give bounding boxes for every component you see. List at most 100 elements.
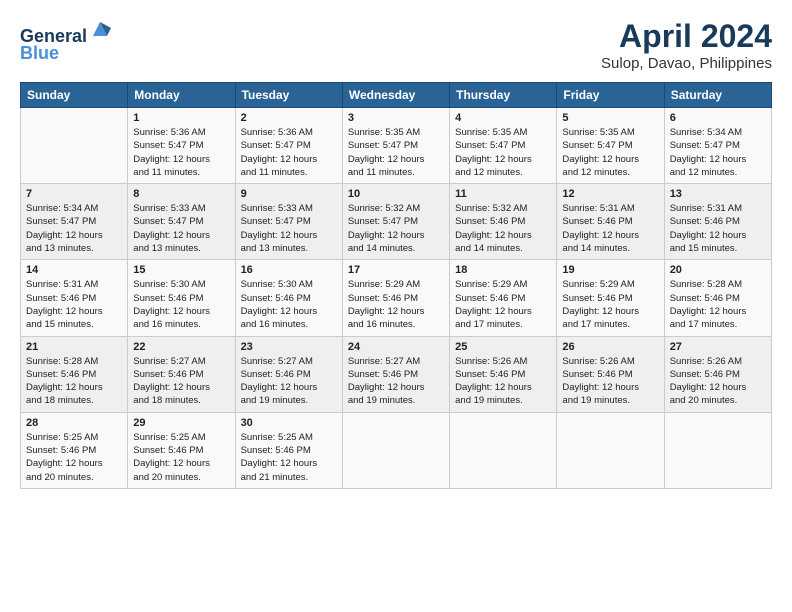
day-cell: 26 Sunrise: 5:26 AMSunset: 5:46 PMDayligh…	[557, 336, 664, 412]
day-cell: 23 Sunrise: 5:27 AMSunset: 5:46 PMDayligh…	[235, 336, 342, 412]
day-cell	[21, 108, 128, 184]
title-block: April 2024 Sulop, Davao, Philippines	[601, 18, 772, 72]
day-info: Sunrise: 5:31 AMSunset: 5:46 PMDaylight:…	[562, 202, 658, 255]
day-cell: 4 Sunrise: 5:35 AMSunset: 5:47 PMDaylight…	[450, 108, 557, 184]
day-cell: 15 Sunrise: 5:30 AMSunset: 5:46 PMDayligh…	[128, 260, 235, 336]
week-row-5: 28 Sunrise: 5:25 AMSunset: 5:46 PMDayligh…	[21, 412, 772, 488]
logo-icon	[89, 18, 111, 40]
day-info: Sunrise: 5:25 AMSunset: 5:46 PMDaylight:…	[241, 431, 337, 484]
day-number: 13	[670, 188, 766, 200]
day-number: 20	[670, 264, 766, 276]
day-number: 4	[455, 112, 551, 124]
day-number: 11	[455, 188, 551, 200]
day-cell: 18 Sunrise: 5:29 AMSunset: 5:46 PMDayligh…	[450, 260, 557, 336]
day-info: Sunrise: 5:29 AMSunset: 5:46 PMDaylight:…	[455, 278, 551, 331]
day-cell: 28 Sunrise: 5:25 AMSunset: 5:46 PMDayligh…	[21, 412, 128, 488]
day-cell: 1 Sunrise: 5:36 AMSunset: 5:47 PMDaylight…	[128, 108, 235, 184]
day-info: Sunrise: 5:30 AMSunset: 5:46 PMDaylight:…	[133, 278, 229, 331]
week-row-2: 7 Sunrise: 5:34 AMSunset: 5:47 PMDaylight…	[21, 184, 772, 260]
day-number: 14	[26, 264, 122, 276]
day-cell: 20 Sunrise: 5:28 AMSunset: 5:46 PMDayligh…	[664, 260, 771, 336]
col-header-thursday: Thursday	[450, 83, 557, 108]
day-info: Sunrise: 5:36 AMSunset: 5:47 PMDaylight:…	[133, 126, 229, 179]
day-cell: 13 Sunrise: 5:31 AMSunset: 5:46 PMDayligh…	[664, 184, 771, 260]
col-header-wednesday: Wednesday	[342, 83, 449, 108]
day-number: 3	[348, 112, 444, 124]
day-cell: 27 Sunrise: 5:26 AMSunset: 5:46 PMDayligh…	[664, 336, 771, 412]
day-info: Sunrise: 5:28 AMSunset: 5:46 PMDaylight:…	[670, 278, 766, 331]
day-cell: 21 Sunrise: 5:28 AMSunset: 5:46 PMDayligh…	[21, 336, 128, 412]
day-number: 6	[670, 112, 766, 124]
day-number: 5	[562, 112, 658, 124]
day-number: 16	[241, 264, 337, 276]
day-number: 12	[562, 188, 658, 200]
header-row: SundayMondayTuesdayWednesdayThursdayFrid…	[21, 83, 772, 108]
day-number: 28	[26, 417, 122, 429]
day-number: 19	[562, 264, 658, 276]
day-info: Sunrise: 5:29 AMSunset: 5:46 PMDaylight:…	[348, 278, 444, 331]
day-cell: 3 Sunrise: 5:35 AMSunset: 5:47 PMDaylight…	[342, 108, 449, 184]
day-number: 10	[348, 188, 444, 200]
day-info: Sunrise: 5:34 AMSunset: 5:47 PMDaylight:…	[26, 202, 122, 255]
day-info: Sunrise: 5:32 AMSunset: 5:46 PMDaylight:…	[455, 202, 551, 255]
day-info: Sunrise: 5:32 AMSunset: 5:47 PMDaylight:…	[348, 202, 444, 255]
sub-title: Sulop, Davao, Philippines	[601, 55, 772, 72]
day-info: Sunrise: 5:33 AMSunset: 5:47 PMDaylight:…	[133, 202, 229, 255]
day-cell: 16 Sunrise: 5:30 AMSunset: 5:46 PMDayligh…	[235, 260, 342, 336]
header: General Blue April 2024 Sulop, Davao, Ph…	[20, 18, 772, 72]
day-info: Sunrise: 5:27 AMSunset: 5:46 PMDaylight:…	[348, 355, 444, 408]
day-cell	[450, 412, 557, 488]
day-number: 23	[241, 341, 337, 353]
day-cell: 9 Sunrise: 5:33 AMSunset: 5:47 PMDaylight…	[235, 184, 342, 260]
day-cell: 25 Sunrise: 5:26 AMSunset: 5:46 PMDayligh…	[450, 336, 557, 412]
col-header-sunday: Sunday	[21, 83, 128, 108]
day-number: 7	[26, 188, 122, 200]
day-info: Sunrise: 5:26 AMSunset: 5:46 PMDaylight:…	[455, 355, 551, 408]
day-info: Sunrise: 5:25 AMSunset: 5:46 PMDaylight:…	[26, 431, 122, 484]
week-row-1: 1 Sunrise: 5:36 AMSunset: 5:47 PMDaylight…	[21, 108, 772, 184]
page: General Blue April 2024 Sulop, Davao, Ph…	[0, 0, 792, 612]
day-cell	[557, 412, 664, 488]
day-cell: 17 Sunrise: 5:29 AMSunset: 5:46 PMDayligh…	[342, 260, 449, 336]
day-number: 8	[133, 188, 229, 200]
day-cell: 10 Sunrise: 5:32 AMSunset: 5:47 PMDayligh…	[342, 184, 449, 260]
day-info: Sunrise: 5:35 AMSunset: 5:47 PMDaylight:…	[348, 126, 444, 179]
day-number: 1	[133, 112, 229, 124]
day-number: 26	[562, 341, 658, 353]
day-info: Sunrise: 5:26 AMSunset: 5:46 PMDaylight:…	[670, 355, 766, 408]
day-info: Sunrise: 5:35 AMSunset: 5:47 PMDaylight:…	[455, 126, 551, 179]
day-info: Sunrise: 5:29 AMSunset: 5:46 PMDaylight:…	[562, 278, 658, 331]
day-number: 29	[133, 417, 229, 429]
calendar-table: SundayMondayTuesdayWednesdayThursdayFrid…	[20, 82, 772, 489]
day-cell: 22 Sunrise: 5:27 AMSunset: 5:46 PMDayligh…	[128, 336, 235, 412]
day-number: 27	[670, 341, 766, 353]
day-info: Sunrise: 5:31 AMSunset: 5:46 PMDaylight:…	[670, 202, 766, 255]
day-info: Sunrise: 5:26 AMSunset: 5:46 PMDaylight:…	[562, 355, 658, 408]
day-number: 9	[241, 188, 337, 200]
day-cell: 29Sunrise: 5:25 AMSunset: 5:46 PMDayligh…	[128, 412, 235, 488]
day-info: Sunrise: 5:33 AMSunset: 5:47 PMDaylight:…	[241, 202, 337, 255]
day-cell: 2Sunrise: 5:36 AMSunset: 5:47 PMDaylight…	[235, 108, 342, 184]
day-number: 25	[455, 341, 551, 353]
day-cell: 11 Sunrise: 5:32 AMSunset: 5:46 PMDayligh…	[450, 184, 557, 260]
day-info: Sunrise: 5:27 AMSunset: 5:46 PMDaylight:…	[133, 355, 229, 408]
day-info: Sunrise: 5:30 AMSunset: 5:46 PMDaylight:…	[241, 278, 337, 331]
col-header-friday: Friday	[557, 83, 664, 108]
day-cell: 14 Sunrise: 5:31 AMSunset: 5:46 PMDayligh…	[21, 260, 128, 336]
day-number: 22	[133, 341, 229, 353]
day-number: 15	[133, 264, 229, 276]
day-cell: 19 Sunrise: 5:29 AMSunset: 5:46 PMDayligh…	[557, 260, 664, 336]
day-number: 21	[26, 341, 122, 353]
day-cell: 6Sunrise: 5:34 AMSunset: 5:47 PMDaylight…	[664, 108, 771, 184]
day-number: 17	[348, 264, 444, 276]
day-number: 30	[241, 417, 337, 429]
day-cell	[664, 412, 771, 488]
col-header-saturday: Saturday	[664, 83, 771, 108]
day-cell: 7 Sunrise: 5:34 AMSunset: 5:47 PMDaylight…	[21, 184, 128, 260]
day-cell	[342, 412, 449, 488]
day-info: Sunrise: 5:27 AMSunset: 5:46 PMDaylight:…	[241, 355, 337, 408]
day-info: Sunrise: 5:31 AMSunset: 5:46 PMDaylight:…	[26, 278, 122, 331]
day-cell: 8 Sunrise: 5:33 AMSunset: 5:47 PMDaylight…	[128, 184, 235, 260]
day-info: Sunrise: 5:28 AMSunset: 5:46 PMDaylight:…	[26, 355, 122, 408]
day-number: 18	[455, 264, 551, 276]
